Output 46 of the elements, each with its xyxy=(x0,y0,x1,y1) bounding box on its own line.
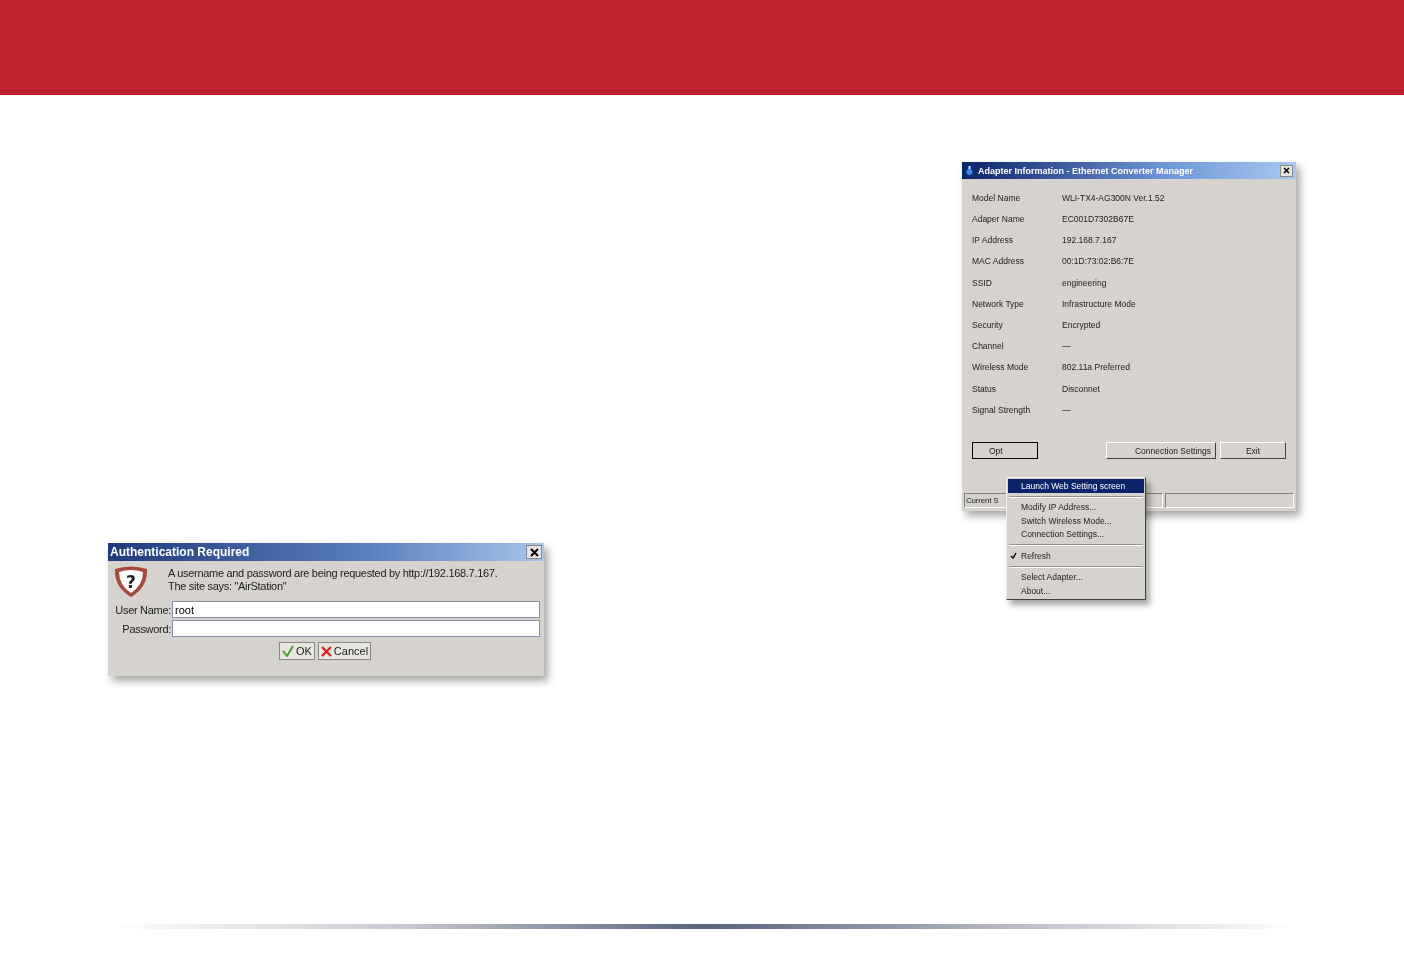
info-label: MAC Address xyxy=(972,256,1025,266)
info-value: Encrypted xyxy=(1062,320,1101,330)
info-label: Channel xyxy=(972,341,1005,351)
menu-item[interactable]: About... xyxy=(1008,584,1144,598)
menu-item[interactable]: Switch Wireless Mode... xyxy=(1008,514,1144,528)
app-icon xyxy=(965,165,974,176)
info-label: Status xyxy=(972,384,998,394)
info-value: — xyxy=(1062,405,1071,415)
menu-item[interactable]: Refresh xyxy=(1008,549,1144,563)
field-label: Password: xyxy=(121,622,171,635)
info-value: 192.168.7.167 xyxy=(1062,235,1117,245)
cross-icon xyxy=(320,645,332,657)
info-label: SSID xyxy=(972,278,993,288)
menu-item[interactable]: Connection Settings... xyxy=(1008,527,1144,541)
menu-item[interactable]: Launch Web Setting screen xyxy=(1008,479,1144,493)
info-value: Infrastructure Mode xyxy=(1062,299,1136,309)
cancel-button[interactable]: Cancel xyxy=(317,642,372,660)
info-value: engineering xyxy=(1062,278,1107,288)
exit-button[interactable]: Exit xyxy=(1220,442,1286,459)
info-value: EC001D7302B67E xyxy=(1062,214,1134,224)
close-button[interactable] xyxy=(526,545,542,559)
ok-button[interactable]: OK xyxy=(278,642,315,660)
menu-item[interactable]: Select Adapter... xyxy=(1008,570,1144,584)
connection-settings-button[interactable]: Connection Settings xyxy=(1106,442,1216,459)
options-button[interactable]: Opt xyxy=(972,442,1038,459)
input-field[interactable]: root xyxy=(172,601,540,618)
info-value: WLI-TX4-AG300N Ver.1.52 xyxy=(1062,193,1165,203)
input-field[interactable] xyxy=(172,620,540,637)
info-value: — xyxy=(1062,341,1071,351)
info-label: Network Type xyxy=(972,299,1025,309)
question-icon: ? xyxy=(112,565,150,599)
info-value: 802.11a Preferred xyxy=(1062,362,1130,372)
field-label: User Name: xyxy=(114,603,171,616)
info-value: 00:1D:73:02:B6:7E xyxy=(1062,256,1134,266)
check-icon xyxy=(281,645,294,657)
info-value: Disconnet xyxy=(1062,384,1100,394)
info-label: Security xyxy=(972,320,1004,330)
info-label: Signal Strength xyxy=(972,405,1032,415)
close-button[interactable] xyxy=(1280,164,1293,177)
info-label: Model Name xyxy=(972,193,1022,203)
info-label: IP Address xyxy=(972,235,1014,245)
info-label: Wireless Mode xyxy=(972,362,1030,372)
info-label: Adaper Name xyxy=(972,214,1026,224)
auth-message: A username and password are being requested by http://192.168.7.167. The site says: "AirStation" xyxy=(168,567,498,593)
window-title: Adapter Information - Ethernet Converter Manager xyxy=(978,165,1195,176)
window-title: Authentication Required xyxy=(110,545,250,559)
